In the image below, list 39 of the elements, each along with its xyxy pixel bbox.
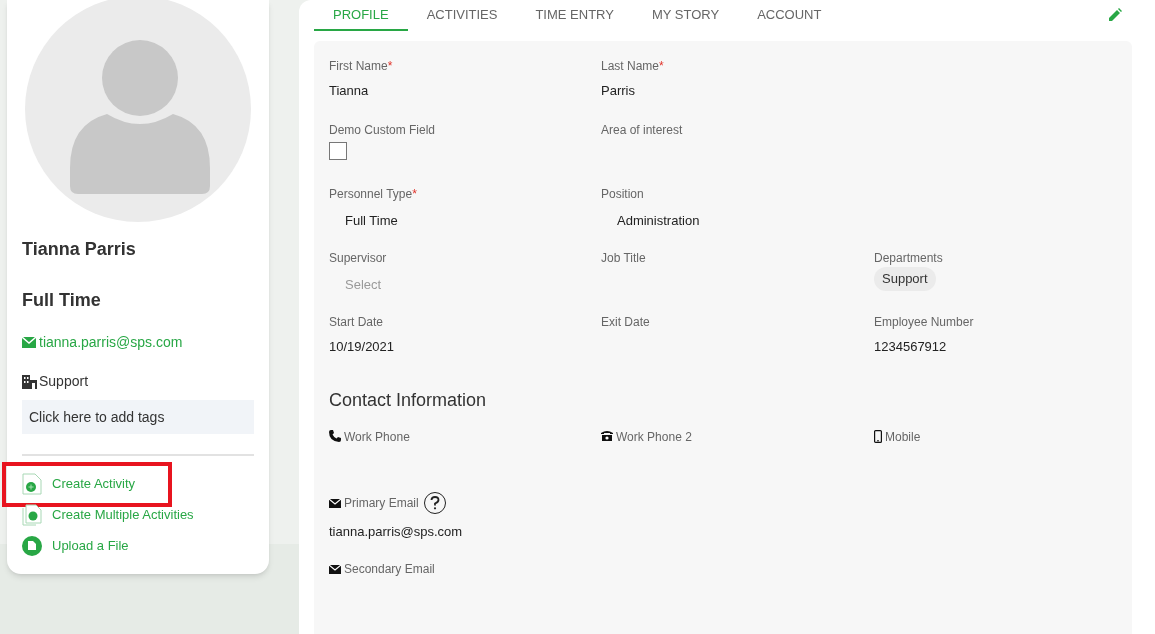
field-label: Last Name*	[601, 58, 665, 73]
tags-field[interactable]: Click here to add tags	[22, 400, 254, 434]
field-label: Start Date	[329, 314, 385, 329]
action-link[interactable]: Create Activity	[52, 473, 136, 494]
department-chip: Support	[874, 267, 936, 291]
field-label: Personnel Type*	[329, 186, 418, 201]
field-value: Parris	[601, 82, 636, 100]
field-label: Mobile	[885, 429, 921, 446]
field-label: Secondary Email	[344, 561, 435, 578]
field-value: 1234567912	[874, 338, 948, 356]
field-label: Demo Custom Field	[329, 122, 437, 137]
field-value: tianna.parris@sps.com	[329, 523, 464, 541]
tab[interactable]: MY STORY	[632, 0, 739, 31]
field-label: Job Title	[601, 250, 647, 265]
field-value: 10/19/2021	[329, 338, 396, 356]
field-label: Supervisor	[329, 250, 388, 265]
field-label: Work Phone 2	[616, 429, 692, 446]
action-link[interactable]: Upload a File	[52, 535, 129, 556]
field-label: Employee Number	[874, 314, 975, 329]
tab[interactable]: TIME ENTRY	[516, 0, 633, 31]
section-heading: Contact Information	[329, 389, 488, 412]
select-field[interactable]: Full Time	[329, 211, 601, 231]
select-field[interactable]: Administration	[601, 211, 874, 231]
field-label: Work Phone	[344, 429, 410, 446]
field-label: Departments	[874, 250, 944, 265]
action-link[interactable]: Create Multiple Activities	[52, 504, 194, 525]
field-value: Tianna	[329, 82, 370, 100]
field-label: Exit Date	[601, 314, 651, 329]
field-label: Position	[601, 186, 645, 201]
tab[interactable]: ACCOUNT	[738, 0, 841, 31]
field-label: Area of interest	[601, 122, 684, 137]
tab[interactable]: ACTIVITIES	[407, 0, 517, 31]
department-label: Support	[39, 372, 89, 391]
tab[interactable]: PROFILE	[314, 0, 408, 31]
email-link[interactable]: tianna.parris@sps.com	[39, 332, 183, 353]
field-label: First Name*	[329, 58, 394, 73]
field-label: Primary Email	[344, 495, 419, 512]
person-name: Tianna Parris	[22, 238, 137, 261]
personnel-type: Full Time	[22, 289, 102, 312]
